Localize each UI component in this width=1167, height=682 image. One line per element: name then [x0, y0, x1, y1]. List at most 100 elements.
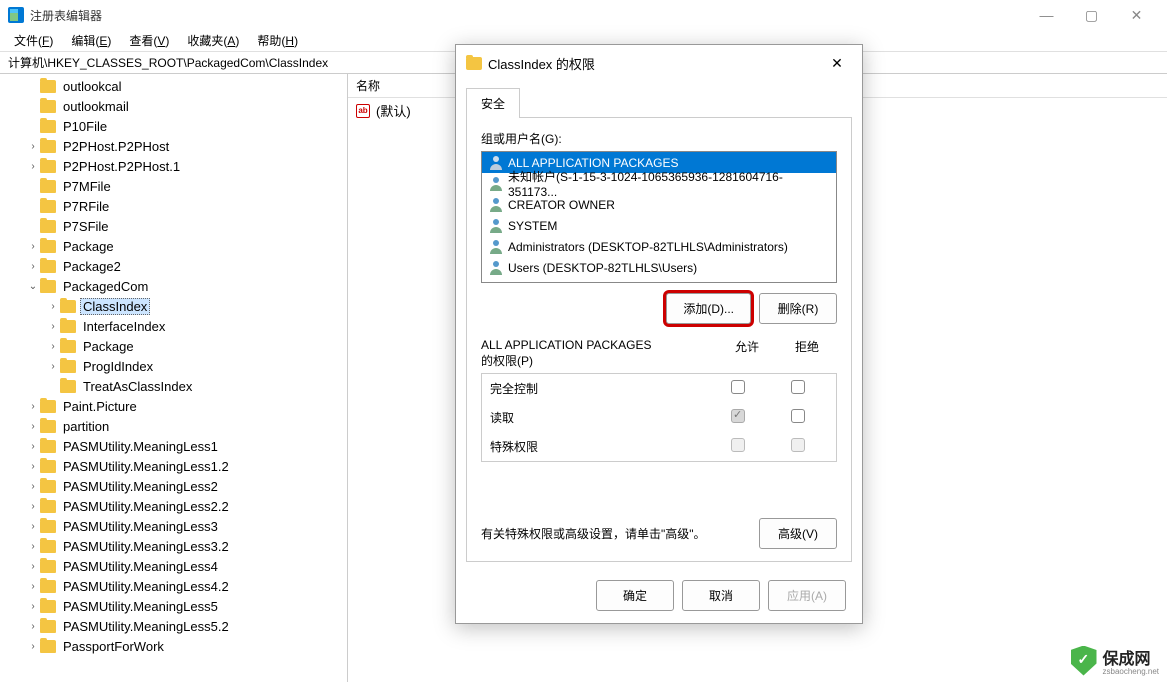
- group-users-list[interactable]: ALL APPLICATION PACKAGES未知帐户(S-1-15-3-10…: [481, 151, 837, 283]
- chevron-right-icon[interactable]: ›: [26, 161, 40, 172]
- chevron-right-icon[interactable]: ›: [46, 321, 60, 332]
- tree-item-label: P7SFile: [60, 218, 112, 235]
- menu-item-2[interactable]: 查看(V): [121, 30, 177, 51]
- tree-item-label: P7MFile: [60, 178, 114, 195]
- tree-item-label: P2PHost.P2PHost.1: [60, 158, 183, 175]
- tree-item[interactable]: › PASMUtility.MeaningLess2: [0, 476, 347, 496]
- tree-item[interactable]: ›PASMUtility.MeaningLess4: [0, 556, 347, 576]
- folder-icon: [60, 320, 76, 333]
- tree-item[interactable]: ›partition: [0, 416, 347, 436]
- chevron-right-icon[interactable]: ›: [26, 241, 40, 252]
- chevron-down-icon[interactable]: ⌄: [26, 281, 40, 292]
- folder-icon: [60, 360, 76, 373]
- folder-icon: [40, 600, 56, 613]
- advanced-button[interactable]: 高级(V): [759, 518, 837, 549]
- tree-item-label: P7RFile: [60, 198, 112, 215]
- group-item[interactable]: Users (DESKTOP-82TLHLS\Users): [482, 257, 836, 278]
- group-item[interactable]: Administrators (DESKTOP-82TLHLS\Administ…: [482, 236, 836, 257]
- chevron-right-icon[interactable]: ›: [26, 521, 40, 532]
- checkbox-allow[interactable]: [731, 380, 745, 394]
- tree-item-label: P10File: [60, 118, 110, 135]
- value-name: (默认): [376, 101, 411, 120]
- group-item[interactable]: 未知帐户(S-1-15-3-1024-1065365936-1281604716…: [482, 173, 836, 194]
- tree-item-label: Package: [60, 238, 117, 255]
- tree-item[interactable]: ›PassportForWork: [0, 636, 347, 656]
- tree-item[interactable]: ›PASMUtility.MeaningLess1.2: [0, 456, 347, 476]
- checkbox-allow: [731, 438, 745, 452]
- tree-item-label: PASMUtility.MeaningLess5.2: [60, 618, 232, 635]
- chevron-right-icon[interactable]: ›: [26, 401, 40, 412]
- tree-item[interactable]: › Package: [0, 236, 347, 256]
- tree-item[interactable]: ›InterfaceIndex: [0, 316, 347, 336]
- chevron-right-icon[interactable]: ›: [26, 261, 40, 272]
- chevron-right-icon[interactable]: ›: [26, 481, 40, 492]
- tree-panel[interactable]: outlookcaloutlookmail P10File › P2PHost.P2P…: [0, 74, 348, 682]
- dialog-close-button[interactable]: ✕: [822, 55, 852, 72]
- tree-item-label: PASMUtility.MeaningLess2: [60, 478, 221, 495]
- cancel-button[interactable]: 取消: [682, 580, 760, 611]
- tree-item[interactable]: ›Package: [0, 336, 347, 356]
- tree-item[interactable]: P10File: [0, 116, 347, 136]
- tree-item[interactable]: P7MFile: [0, 176, 347, 196]
- chevron-right-icon[interactable]: ›: [26, 501, 40, 512]
- menu-item-0[interactable]: 文件(F): [6, 30, 61, 51]
- tree-item[interactable]: › ProgIdIndex: [0, 356, 347, 376]
- tree-item[interactable]: › P2PHost.P2PHost.1: [0, 156, 347, 176]
- chevron-right-icon[interactable]: ›: [26, 581, 40, 592]
- chevron-right-icon[interactable]: ›: [26, 561, 40, 572]
- tree-item[interactable]: TreatAsClassIndex: [0, 376, 347, 396]
- tree-item[interactable]: outlookcal: [0, 76, 347, 96]
- apply-button[interactable]: 应用(A): [768, 580, 846, 611]
- folder-icon: [40, 200, 56, 213]
- tree-item[interactable]: ›PASMUtility.MeaningLess3.2: [0, 536, 347, 556]
- ok-button[interactable]: 确定: [596, 580, 674, 611]
- menu-item-4[interactable]: 帮助(H): [249, 30, 306, 51]
- add-button[interactable]: 添加(D)...: [666, 293, 751, 324]
- folder-icon: [40, 100, 56, 113]
- folder-icon: [40, 160, 56, 173]
- folder-icon: [40, 580, 56, 593]
- chevron-right-icon[interactable]: ›: [26, 601, 40, 612]
- chevron-right-icon[interactable]: ›: [26, 141, 40, 152]
- tree-item-label: ProgIdIndex: [80, 358, 156, 375]
- tree-item[interactable]: P7RFile: [0, 196, 347, 216]
- tree-item[interactable]: ›ClassIndex: [0, 296, 347, 316]
- chevron-right-icon[interactable]: ›: [26, 641, 40, 652]
- chevron-right-icon[interactable]: ›: [46, 361, 60, 372]
- chevron-right-icon[interactable]: ›: [26, 421, 40, 432]
- checkbox-deny[interactable]: [791, 409, 805, 423]
- tree-item[interactable]: › PASMUtility.MeaningLess5.2: [0, 616, 347, 636]
- chevron-right-icon[interactable]: ›: [26, 621, 40, 632]
- tree-item[interactable]: P7SFile: [0, 216, 347, 236]
- tree-item[interactable]: ›PASMUtility.MeaningLess3: [0, 516, 347, 536]
- permission-label: 完全控制: [490, 380, 708, 397]
- watermark-name: 保成网: [1103, 651, 1151, 668]
- user-group-icon: [488, 240, 504, 254]
- tree-item-label: P2PHost.P2PHost: [60, 138, 172, 155]
- tree-item[interactable]: ›PASMUtility.MeaningLess4.2: [0, 576, 347, 596]
- tree-item-label: Package2: [60, 258, 124, 275]
- close-button[interactable]: ✕: [1114, 1, 1159, 29]
- chevron-right-icon[interactable]: ›: [46, 341, 60, 352]
- tree-item[interactable]: ›PASMUtility.MeaningLess2.2: [0, 496, 347, 516]
- tree-item[interactable]: ›PASMUtility.MeaningLess1: [0, 436, 347, 456]
- minimize-button[interactable]: —: [1024, 1, 1069, 29]
- chevron-right-icon[interactable]: ›: [26, 441, 40, 452]
- chevron-right-icon[interactable]: ›: [46, 301, 60, 312]
- tree-item[interactable]: › Package2: [0, 256, 347, 276]
- tree-item[interactable]: ›Paint.Picture: [0, 396, 347, 416]
- remove-button[interactable]: 删除(R): [759, 293, 837, 324]
- menu-item-1[interactable]: 编辑(E): [63, 30, 119, 51]
- group-item[interactable]: SYSTEM: [482, 215, 836, 236]
- tree-item[interactable]: ⌄PackagedCom: [0, 276, 347, 296]
- checkbox-deny[interactable]: [791, 380, 805, 394]
- chevron-right-icon[interactable]: ›: [26, 461, 40, 472]
- maximize-button[interactable]: ▢: [1069, 1, 1114, 29]
- tree-item[interactable]: ›PASMUtility.MeaningLess5: [0, 596, 347, 616]
- menu-item-3[interactable]: 收藏夹(A): [179, 30, 247, 51]
- tree-item[interactable]: outlookmail: [0, 96, 347, 116]
- permissions-list: 完全控制读取特殊权限: [481, 373, 837, 462]
- chevron-right-icon[interactable]: ›: [26, 541, 40, 552]
- tree-item[interactable]: › P2PHost.P2PHost: [0, 136, 347, 156]
- tab-security[interactable]: 安全: [466, 88, 520, 118]
